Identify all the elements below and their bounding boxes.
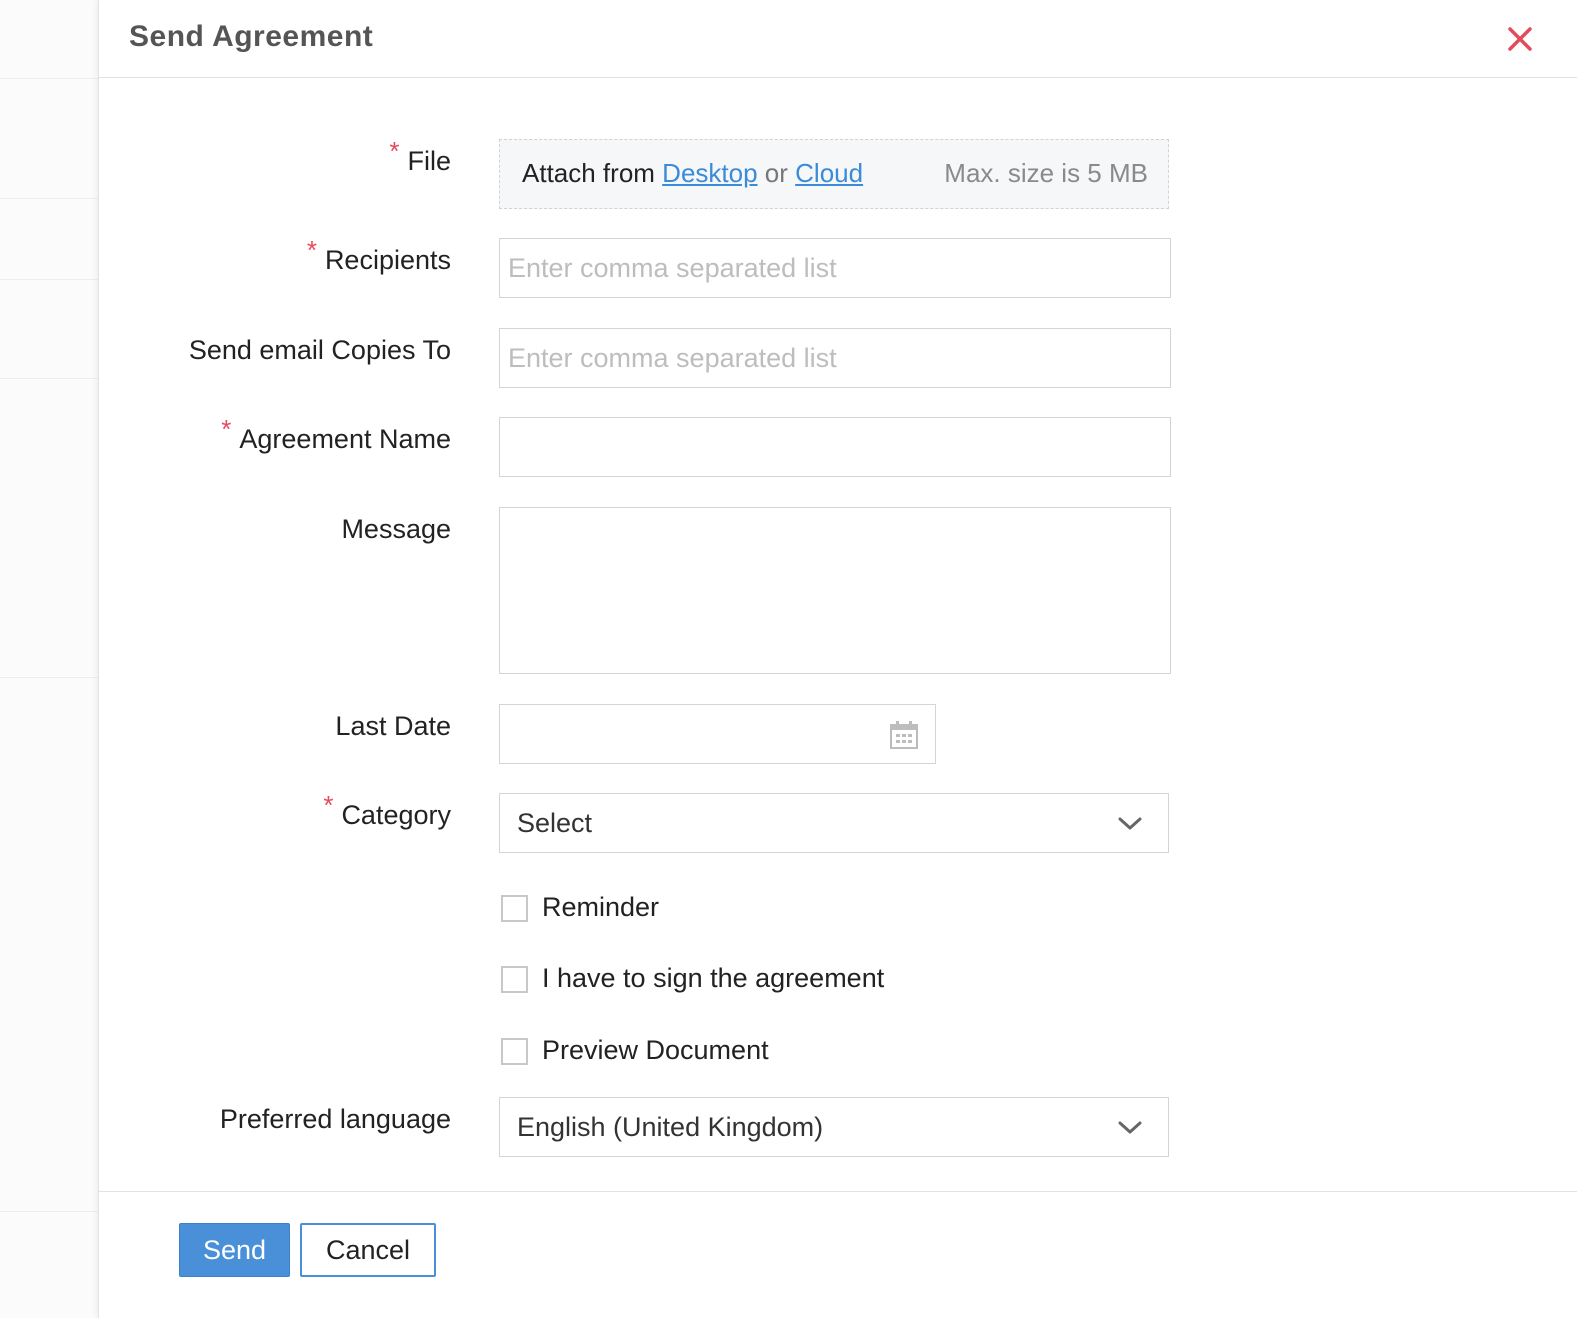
- last-date-input[interactable]: [499, 704, 936, 764]
- category-selected: Select: [517, 808, 593, 838]
- category-label: * Category: [323, 790, 451, 831]
- category-select[interactable]: Select: [499, 793, 1169, 853]
- file-label: * File: [389, 136, 451, 177]
- copies-label: Send email Copies To: [188, 335, 451, 365]
- file-label-text: File: [407, 146, 451, 176]
- file-attach-box[interactable]: Attach from Desktop or Cloud Max. size i…: [499, 139, 1169, 209]
- send-agreement-dialog: Send Agreement * File Attach from Desktop…: [98, 0, 1577, 1318]
- background-divider: [0, 378, 98, 379]
- attach-prefix: Attach from: [522, 158, 655, 188]
- agreement-name-input[interactable]: [499, 417, 1171, 477]
- background-divider: [0, 677, 98, 678]
- language-label: Preferred language: [219, 1104, 451, 1134]
- reminder-checkbox[interactable]: [501, 895, 528, 922]
- attach-cloud-link[interactable]: Cloud: [795, 158, 863, 188]
- message-textarea[interactable]: [499, 507, 1171, 674]
- dialog-header: Send Agreement: [99, 0, 1577, 78]
- agreement-name-label-text: Agreement Name: [239, 424, 451, 454]
- chevron-down-icon: [1116, 814, 1144, 834]
- recipients-input[interactable]: [499, 238, 1171, 298]
- background-divider: [0, 198, 98, 199]
- close-icon[interactable]: [1501, 20, 1539, 58]
- self-sign-checkbox[interactable]: [501, 966, 528, 993]
- recipients-label: * Recipients: [307, 235, 451, 276]
- background-divider: [0, 78, 98, 79]
- chevron-down-icon: [1116, 1118, 1144, 1138]
- required-marker: *: [221, 414, 232, 444]
- max-size-note: Max. size is 5 MB: [944, 158, 1148, 188]
- preview-document-label[interactable]: Preview Document: [542, 1035, 769, 1066]
- copies-input[interactable]: [499, 328, 1171, 388]
- background-divider: [0, 1211, 98, 1212]
- cancel-button[interactable]: Cancel: [300, 1223, 436, 1277]
- category-label-text: Category: [341, 800, 451, 830]
- attach-desktop-link[interactable]: Desktop: [662, 158, 757, 188]
- calendar-icon[interactable]: [888, 719, 920, 751]
- message-label: Message: [341, 514, 451, 544]
- agreement-name-label: * Agreement Name: [221, 414, 451, 455]
- background-divider: [0, 279, 98, 280]
- language-selected: English (United Kingdom): [517, 1112, 824, 1142]
- attach-or: or: [764, 158, 788, 188]
- last-date-label: Last Date: [335, 711, 451, 741]
- recipients-label-text: Recipients: [324, 245, 451, 275]
- dialog-title: Send Agreement: [129, 20, 374, 53]
- self-sign-label[interactable]: I have to sign the agreement: [542, 963, 884, 994]
- send-button[interactable]: Send: [179, 1223, 290, 1277]
- required-marker: *: [306, 235, 317, 265]
- language-select[interactable]: English (United Kingdom): [499, 1097, 1169, 1157]
- required-marker: *: [323, 790, 334, 820]
- reminder-label[interactable]: Reminder: [542, 892, 659, 923]
- background-page: [0, 0, 98, 1318]
- attach-text: Attach from Desktop or Cloud: [522, 158, 863, 189]
- preview-document-checkbox[interactable]: [501, 1038, 528, 1065]
- required-marker: *: [389, 136, 400, 166]
- dialog-footer: Send Cancel: [99, 1191, 1577, 1318]
